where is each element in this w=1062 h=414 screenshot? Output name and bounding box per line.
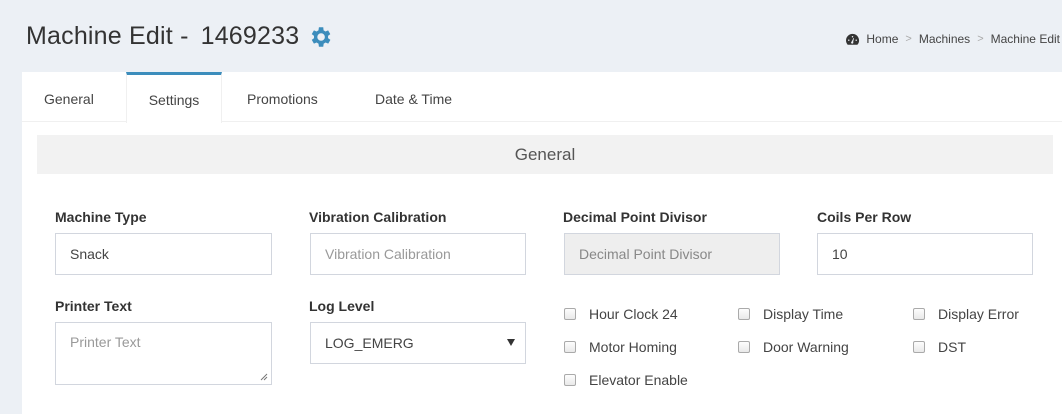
checkbox-label: DST <box>938 339 966 355</box>
log-level-value: LOG_EMERG <box>325 335 414 351</box>
tab-settings[interactable]: Settings <box>126 72 222 123</box>
printer-text-placeholder: Printer Text <box>70 334 141 350</box>
checkbox-hour-clock-24[interactable]: Hour Clock 24 <box>564 306 678 322</box>
vibration-calibration-input[interactable]: Vibration Calibration <box>310 233 526 275</box>
tab-promotions[interactable]: Promotions <box>247 72 318 122</box>
log-level-label: Log Level <box>309 298 375 314</box>
checkbox-display-time[interactable]: Display Time <box>738 306 843 322</box>
tab-bar: General Settings Promotions Date & Time <box>22 72 1062 123</box>
breadcrumb-machines[interactable]: Machines <box>919 32 970 46</box>
breadcrumb-separator: > <box>905 33 912 45</box>
tab-general[interactable]: General <box>44 72 94 122</box>
checkbox-box[interactable] <box>738 308 750 320</box>
machine-id: 1469233 <box>200 22 300 50</box>
section-header: General <box>37 135 1053 174</box>
breadcrumb-current: Machine Edit <box>990 32 1060 46</box>
gear-icon[interactable] <box>307 24 333 50</box>
checkbox-door-warning[interactable]: Door Warning <box>738 339 849 355</box>
checkbox-label: Display Time <box>763 306 844 322</box>
breadcrumb-home[interactable]: Home <box>866 32 898 46</box>
decimal-point-divisor-input: Decimal Point Divisor <box>564 233 780 275</box>
checkbox-box[interactable] <box>564 341 576 353</box>
settings-card: General Settings Promotions Date & Time … <box>22 72 1062 414</box>
page-header: Machine Edit - 1469233 Home > Machines >… <box>0 0 1062 72</box>
coils-per-row-label: Coils Per Row <box>817 209 912 225</box>
machine-type-input[interactable]: Snack <box>55 233 272 275</box>
checkbox-box[interactable] <box>913 341 925 353</box>
page-title: Machine Edit - 1469233 <box>26 22 333 51</box>
checkbox-label: Door Warning <box>763 339 849 355</box>
checkbox-label: Hour Clock 24 <box>589 306 678 322</box>
coils-per-row-input[interactable]: 10 <box>817 233 1033 275</box>
tab-date-time[interactable]: Date & Time <box>375 72 452 122</box>
resize-handle-icon[interactable] <box>260 373 268 381</box>
checkbox-motor-homing[interactable]: Motor Homing <box>564 339 677 355</box>
checkbox-box[interactable] <box>564 374 576 386</box>
breadcrumb: Home > Machines > Machine Edit <box>845 32 1060 46</box>
machine-type-label: Machine Type <box>55 209 147 225</box>
checkbox-label: Motor Homing <box>589 339 677 355</box>
dashboard-icon <box>846 33 860 45</box>
breadcrumb-separator: > <box>977 33 984 45</box>
log-level-select[interactable]: LOG_EMERG <box>310 322 526 364</box>
checkbox-box[interactable] <box>913 308 925 320</box>
page-title-text: Machine Edit - <box>26 22 189 50</box>
checkbox-dst[interactable]: DST <box>913 339 966 355</box>
checkbox-label: Elevator Enable <box>589 372 688 388</box>
checkbox-box[interactable] <box>738 341 750 353</box>
checkbox-display-error[interactable]: Display Error <box>913 306 1019 322</box>
caret-down-icon <box>507 339 515 346</box>
printer-text-textarea[interactable]: Printer Text <box>55 322 272 385</box>
checkbox-box[interactable] <box>564 308 576 320</box>
vibration-calibration-label: Vibration Calibration <box>309 209 447 225</box>
checkbox-label: Display Error <box>938 306 1019 322</box>
printer-text-label: Printer Text <box>55 298 132 314</box>
decimal-point-divisor-label: Decimal Point Divisor <box>563 209 707 225</box>
checkbox-elevator-enable[interactable]: Elevator Enable <box>564 372 688 388</box>
